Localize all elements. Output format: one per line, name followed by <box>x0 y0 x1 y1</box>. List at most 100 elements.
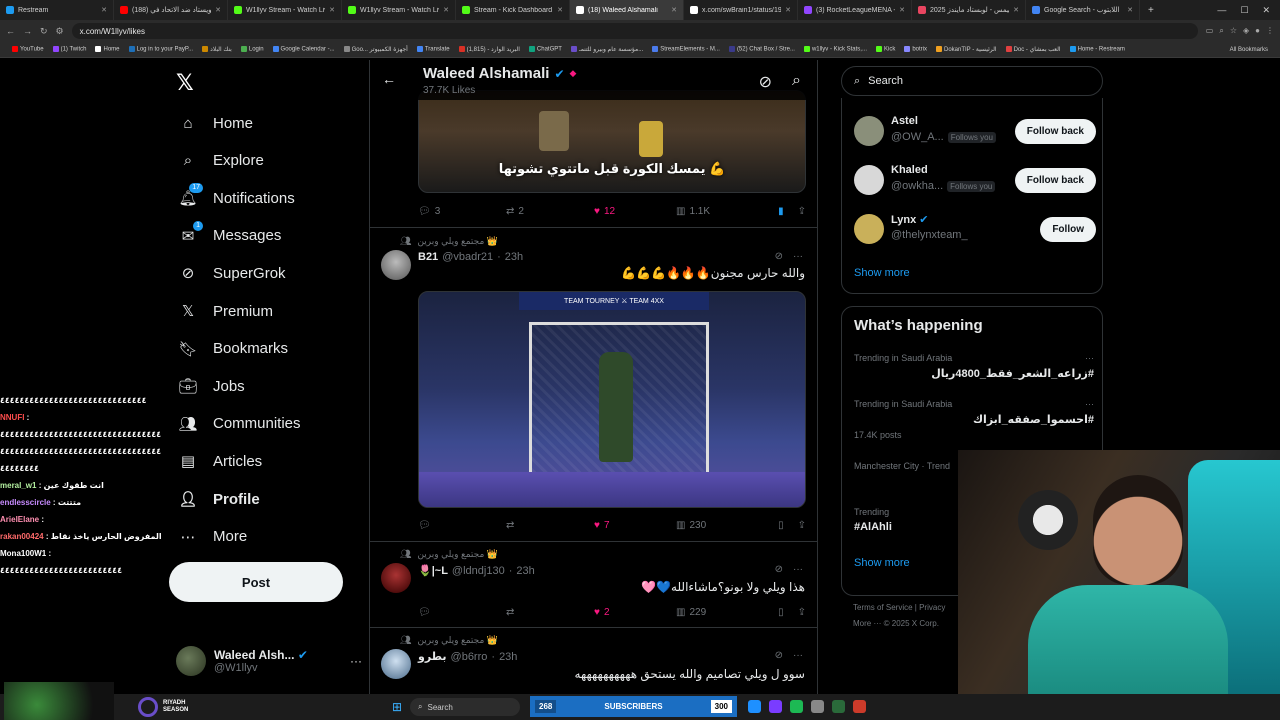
sidebar-item-profile[interactable]: 👤︎ Profile <box>178 486 259 512</box>
edge-icon[interactable] <box>748 700 761 713</box>
search-icon[interactable]: ⌕ <box>792 72 801 92</box>
more-dots-icon[interactable]: ··· <box>1085 399 1094 409</box>
tweet-author[interactable]: 🌷|~L <box>418 564 448 577</box>
app-icon[interactable] <box>853 700 866 713</box>
more-dots-icon[interactable]: ··· <box>350 654 362 668</box>
follow-suggestion[interactable]: Astel @OW_A... Follows you Follow back <box>854 114 1096 148</box>
tweet-time[interactable]: 23h <box>516 565 534 577</box>
views-button[interactable]: ▥ 1.1K <box>676 206 766 217</box>
close-icon[interactable]: ✕ <box>329 6 335 14</box>
like-button[interactable]: ♥ 2 <box>594 607 676 618</box>
sidebar-item-home[interactable]: ⌂ Home <box>178 110 253 136</box>
close-icon[interactable]: ✕ <box>557 6 563 14</box>
avatar[interactable] <box>854 116 884 146</box>
more-dots-icon[interactable]: ··· <box>793 564 803 575</box>
bookmark-item[interactable]: Log in to your PayP... <box>128 46 193 53</box>
bookmark-item[interactable]: بنك البلاد <box>202 46 232 53</box>
bookmark-item[interactable]: (1) Twitch <box>52 46 86 53</box>
bookmark-item[interactable]: (52) Chat Box / Stre... <box>728 46 795 53</box>
bookmark-icon[interactable]: ▯ <box>778 520 784 531</box>
reply-button[interactable]: 💬︎ <box>418 520 506 531</box>
sidebar-item-messages[interactable]: ✉ 1 Messages <box>178 220 281 249</box>
tweet-author[interactable]: بطرو <box>418 650 447 663</box>
follow-button[interactable]: Follow back <box>1014 168 1096 193</box>
sidebar-item-premium[interactable]: 𝕏 Premium <box>178 298 273 324</box>
menu-icon[interactable]: ⋮ <box>1266 26 1274 36</box>
like-button[interactable]: ♥ 7 <box>594 520 676 531</box>
trend-item[interactable]: Trending in Saudi Arabia #احسموا_صفقه_ابز… <box>854 399 1094 440</box>
all-bookmarks[interactable]: All Bookmarks <box>1230 47 1268 53</box>
zoom-icon[interactable]: ⌕ <box>1219 26 1223 36</box>
cast-icon[interactable]: ▭ <box>1206 26 1214 36</box>
bookmark-item[interactable]: w1llyv - Kick Stats,... <box>803 46 867 53</box>
community-context[interactable]: 👥︎ مجتمع ويلي وبرين 👑 <box>400 635 498 646</box>
reply-button[interactable]: 💬︎ 3 <box>418 206 506 217</box>
bookmark-item[interactable]: Goo... أجهزة الكمبيوتر <box>343 46 408 53</box>
avatar[interactable] <box>381 649 411 679</box>
maximize-icon[interactable]: ☐ <box>1240 5 1248 16</box>
bookmark-icon[interactable]: ▮ <box>778 206 784 217</box>
app-icon[interactable] <box>811 700 824 713</box>
trend-item[interactable]: Trending in Saudi Arabia #زراعه_الشعر_فقط… <box>854 353 1094 380</box>
views-button[interactable]: ▥ 229 <box>676 607 766 618</box>
tweet-media[interactable]: TEAM TOURNEY ⚔ TEAM 4XX <box>418 291 806 508</box>
account-switcher[interactable]: Waleed Alsh... ✔ @W1llyv ··· <box>176 646 362 676</box>
avatar[interactable] <box>854 214 884 244</box>
sidebar-item-bookmarks[interactable]: 🔖︎ Bookmarks <box>178 336 288 362</box>
minimize-icon[interactable]: — <box>1217 5 1226 16</box>
sidebar-item-explore[interactable]: ⌕ Explore <box>178 148 264 174</box>
back-arrow-icon[interactable]: ← <box>6 26 15 36</box>
close-icon[interactable]: ✕ <box>1262 5 1270 16</box>
bookmark-item[interactable]: Translate <box>416 46 450 53</box>
show-more-link[interactable]: Show more <box>854 267 910 279</box>
close-icon[interactable]: ✕ <box>1127 6 1133 14</box>
bookmark-item[interactable]: Home <box>95 46 120 53</box>
new-tab-icon[interactable]: + <box>1140 5 1162 16</box>
tweet-time[interactable]: 23h <box>505 251 523 263</box>
taskbar-search[interactable]: ⌕ Search <box>410 698 520 716</box>
share-icon[interactable]: ⇪ <box>798 607 806 618</box>
browser-tab[interactable]: Restream ✕ <box>0 0 114 20</box>
repost-button[interactable]: ⇄ 2 <box>506 206 594 217</box>
forward-arrow-icon[interactable]: → <box>23 26 32 36</box>
share-icon[interactable]: ⇪ <box>798 520 806 531</box>
suggestion-name[interactable]: Khaled <box>891 164 928 176</box>
more-dots-icon[interactable]: ··· <box>793 251 803 262</box>
avatar[interactable] <box>381 250 411 280</box>
bookmark-item[interactable]: StreamElements - M... <box>652 46 720 53</box>
browser-tab[interactable]: Stream - Kick Dashboard ✕ <box>456 0 570 20</box>
bookmark-item[interactable]: ChatGPT <box>528 46 562 53</box>
show-more-link[interactable]: Show more <box>854 557 910 569</box>
follow-button[interactable]: Follow back <box>1014 119 1096 144</box>
avatar[interactable] <box>854 165 884 195</box>
bookmark-item[interactable]: YouTube <box>12 46 44 53</box>
spotify-icon[interactable] <box>790 700 803 713</box>
reload-icon[interactable]: ↻ <box>40 26 48 37</box>
bookmark-item[interactable]: (1,815) - البريد الوارد <box>458 46 520 53</box>
grok-icon[interactable]: ⊘ <box>775 650 783 661</box>
suggestion-name[interactable]: Lynx ✔ <box>891 213 928 227</box>
bookmark-item[interactable]: Login <box>240 46 264 53</box>
browser-tab[interactable]: W1llyv Stream - Watch Live o ✕ <box>342 0 456 20</box>
browser-tab[interactable]: (18) Waleed Alshamali ✕ <box>570 0 684 20</box>
browser-tab[interactable]: Google Search - اللابتوب ✕ <box>1026 0 1140 20</box>
tweet-media[interactable]: يمسك الكورة قبل ماتتوي تشوتها 💪 <box>418 90 806 193</box>
profile-icon[interactable]: ● <box>1255 26 1260 36</box>
window-controls[interactable]: — ☐ ✕ <box>1217 5 1280 16</box>
bookmark-item[interactable]: DokanTIP - الرئيسية <box>936 46 997 53</box>
bookmark-item[interactable]: مؤسسة عام وبيرو للتنمـ... <box>570 46 643 53</box>
tweet-handle[interactable]: @b6rro <box>451 651 488 663</box>
close-icon[interactable]: ✕ <box>443 6 449 14</box>
more-dots-icon[interactable]: ··· <box>1085 353 1094 363</box>
browser-tab[interactable]: (3) RocketLeagueMENA - Twi ✕ <box>798 0 912 20</box>
follow-button[interactable]: Follow <box>1040 217 1096 242</box>
x-logo-icon[interactable]: 𝕏 <box>176 70 194 96</box>
repost-button[interactable]: ⇄ <box>506 520 594 531</box>
follow-suggestion[interactable]: Khaled @owkha... Follows you Follow back <box>854 163 1096 197</box>
bookmark-item[interactable]: Kick <box>875 46 895 53</box>
close-icon[interactable]: ✕ <box>671 6 677 14</box>
more-dots-icon[interactable]: ··· <box>793 650 803 661</box>
tweet-handle[interactable]: @ldndj130 <box>452 565 505 577</box>
app-icon[interactable] <box>832 700 845 713</box>
post-button[interactable]: Post <box>169 562 343 602</box>
